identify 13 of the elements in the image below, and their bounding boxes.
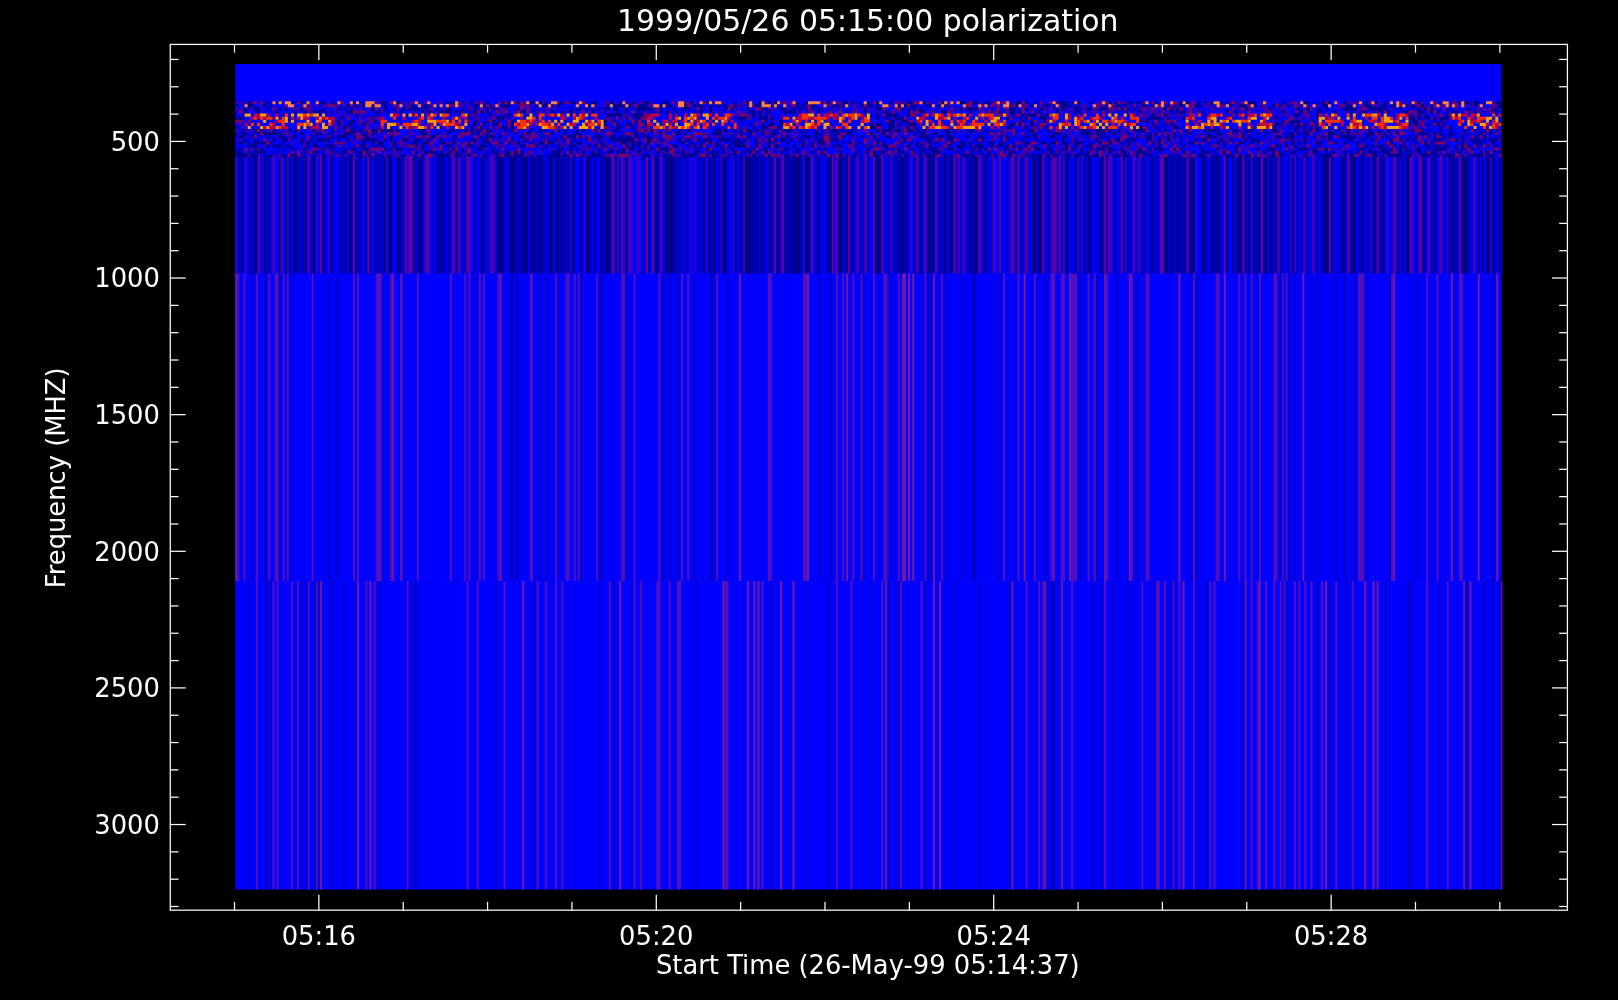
- tick-label: 2500: [94, 673, 160, 704]
- tick-label: 05:24: [956, 921, 1031, 952]
- axis-label: Frequency (MHZ): [41, 367, 71, 589]
- tick-label: 05:16: [281, 921, 356, 952]
- plot-title: 1999/05/26 05:15:00 polarization: [617, 3, 1119, 38]
- tick-label: 05:28: [1294, 921, 1369, 952]
- tick-label: 05:20: [619, 921, 694, 952]
- tick-label: 500: [110, 126, 160, 157]
- tick-label: 1500: [94, 399, 160, 430]
- axis-label: Start Time (26-May-99 05:14:37): [656, 950, 1080, 981]
- tick-label: 2000: [94, 536, 160, 567]
- tick-label: 1000: [94, 263, 160, 294]
- tick-label: 3000: [94, 809, 160, 840]
